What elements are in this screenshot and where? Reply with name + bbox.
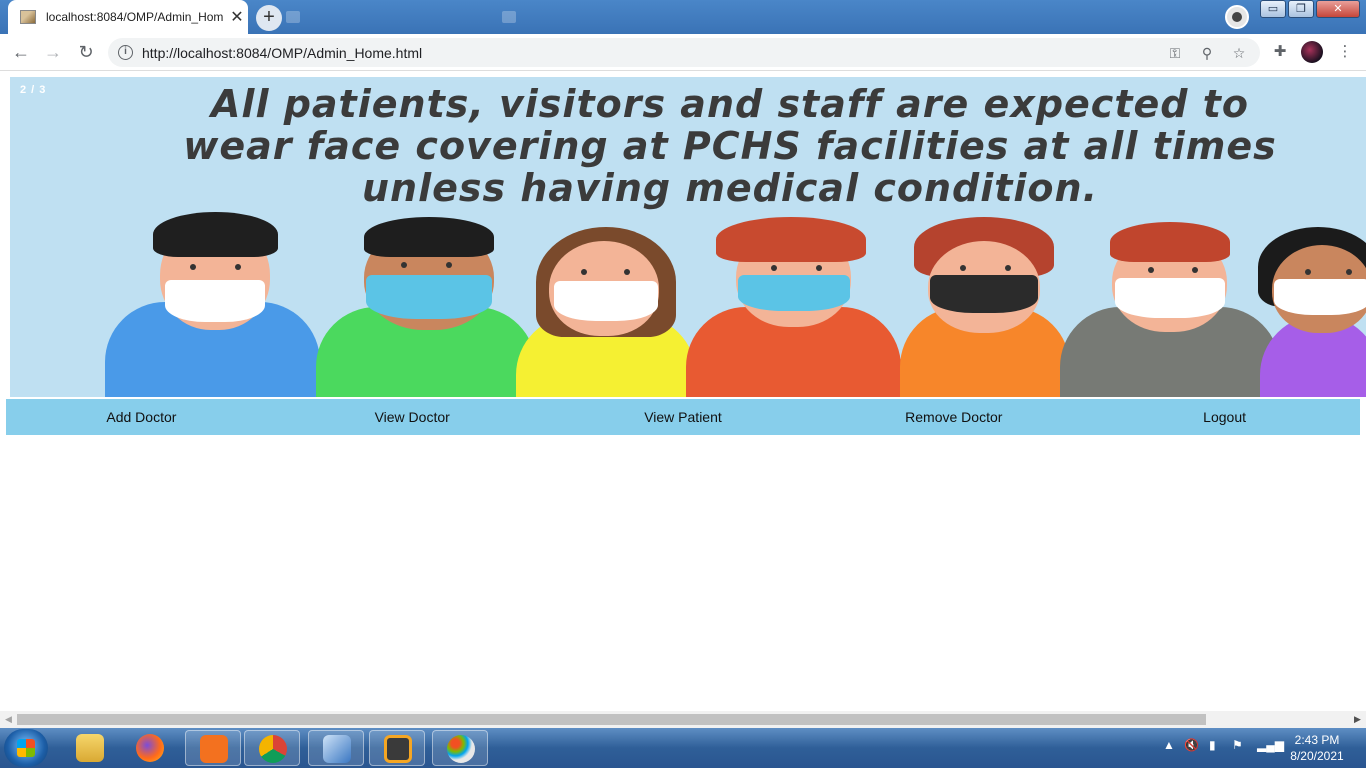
nav-view-patient[interactable]: View Patient (548, 399, 819, 435)
banner-line: All patients, visitors and staff are exp… (211, 82, 1249, 126)
xampp-icon (200, 735, 228, 763)
profile-avatar[interactable] (1301, 41, 1323, 63)
address-bar[interactable]: i http://localhost:8084/OMP/Admin_Home.h… (108, 38, 1260, 67)
taskbar-virtualbox[interactable] (308, 730, 364, 766)
reload-icon[interactable]: ↻ (74, 41, 98, 65)
admin-nav-menu: Add Doctor View Doctor View Patient Remo… (6, 399, 1360, 435)
back-arrow-icon[interactable]: ← (9, 41, 33, 65)
new-tab-button[interactable]: + (256, 5, 282, 31)
banner-line: unless having medical condition. (361, 166, 1099, 210)
show-hidden-icons-icon[interactable]: ▲ (1163, 738, 1175, 752)
url-text[interactable]: http://localhost:8084/OMP/Admin_Home.htm… (142, 45, 422, 61)
masked-person-illustration (686, 217, 901, 397)
paint-icon (447, 735, 475, 763)
taskbar-xampp[interactable] (185, 730, 241, 766)
tab-title: localhost:8084/OMP/Admin_Hom (46, 10, 224, 24)
taskbar-file-explorer[interactable] (62, 730, 118, 766)
active-tab[interactable]: localhost:8084/OMP/Admin_Hom ✕ (8, 0, 248, 34)
masked-person-illustration (316, 217, 536, 397)
masked-person-illustration (1060, 222, 1280, 397)
minimize-button[interactable]: ▭ (1260, 0, 1286, 18)
masked-person-illustration (516, 227, 696, 397)
windows-taskbar: ▲ 🔇 ▮ ⚑ ▂▄▆ 2:43 PM 8/20/2021 (0, 728, 1366, 768)
banner-line: wear face covering at PCHS facilities at… (183, 124, 1277, 168)
maximize-button[interactable]: ❐ (1288, 0, 1314, 18)
browser-toolbar: ← → ↻ i http://localhost:8084/OMP/Admin_… (0, 34, 1366, 71)
clock-time: 2:43 PM (1294, 733, 1340, 747)
tab-search-icon[interactable] (1225, 5, 1249, 29)
background-tab[interactable] (492, 0, 732, 34)
tab-favicon-icon (286, 11, 300, 23)
taskbar-chrome[interactable] (244, 730, 300, 766)
browser-tab-strip: localhost:8084/OMP/Admin_Hom ✕ + ▭ ❐ ✕ (0, 0, 1366, 34)
start-button[interactable] (4, 729, 48, 767)
close-window-button[interactable]: ✕ (1316, 0, 1360, 18)
taskbar-firefox[interactable] (122, 730, 178, 766)
bookmark-star-icon[interactable]: ☆ (1230, 44, 1248, 62)
taskbar-sublime-text[interactable] (369, 730, 425, 766)
zoom-icon[interactable]: ⚲ (1198, 44, 1216, 62)
nav-view-doctor[interactable]: View Doctor (277, 399, 548, 435)
volume-muted-icon[interactable]: 🔇 (1184, 738, 1199, 752)
taskbar-paint[interactable] (432, 730, 488, 766)
wifi-signal-icon[interactable]: ▂▄▆ (1257, 738, 1284, 752)
tab-favicon-icon (502, 11, 516, 23)
site-info-icon[interactable]: i (118, 45, 133, 60)
chrome-icon (259, 735, 287, 763)
slideshow-banner: 2 / 3 All patients, visitors and staff a… (10, 77, 1366, 397)
folder-icon (76, 734, 104, 762)
horizontal-scrollbar[interactable]: ◀ ▶ (0, 711, 1366, 728)
sublime-text-icon (384, 735, 412, 763)
network-signal-icon[interactable]: ▮ (1209, 738, 1216, 752)
system-clock[interactable]: 2:43 PM 8/20/2021 (1282, 732, 1352, 764)
nav-add-doctor[interactable]: Add Doctor (6, 399, 277, 435)
close-tab-icon[interactable]: ✕ (226, 7, 248, 27)
password-key-icon[interactable]: ⚿ (1166, 44, 1184, 62)
page-favicon-icon (20, 10, 36, 24)
masked-person-illustration (1250, 227, 1366, 397)
masked-person-illustration (105, 212, 320, 397)
masked-person-illustration (900, 217, 1070, 397)
scroll-right-icon[interactable]: ▶ (1349, 711, 1366, 728)
extensions-puzzle-icon[interactable]: ✚ (1270, 42, 1290, 62)
clock-date: 8/20/2021 (1290, 749, 1344, 763)
window-controls: ▭ ❐ ✕ (1260, 0, 1360, 18)
menu-kebab-icon[interactable]: ⋮ (1335, 42, 1355, 62)
virtualbox-icon (323, 735, 351, 763)
network-disconnected-icon[interactable]: ⚑ (1232, 738, 1243, 752)
scrollbar-thumb[interactable] (17, 714, 1206, 725)
mask-notice-text: All patients, visitors and staff are exp… (10, 83, 1366, 209)
nav-logout[interactable]: Logout (1089, 399, 1360, 435)
windows-logo-icon (17, 739, 35, 757)
forward-arrow-icon[interactable]: → (41, 41, 65, 65)
nav-remove-doctor[interactable]: Remove Doctor (818, 399, 1089, 435)
background-tab[interactable] (276, 0, 486, 34)
firefox-icon (136, 734, 164, 762)
scroll-left-icon[interactable]: ◀ (0, 711, 17, 728)
